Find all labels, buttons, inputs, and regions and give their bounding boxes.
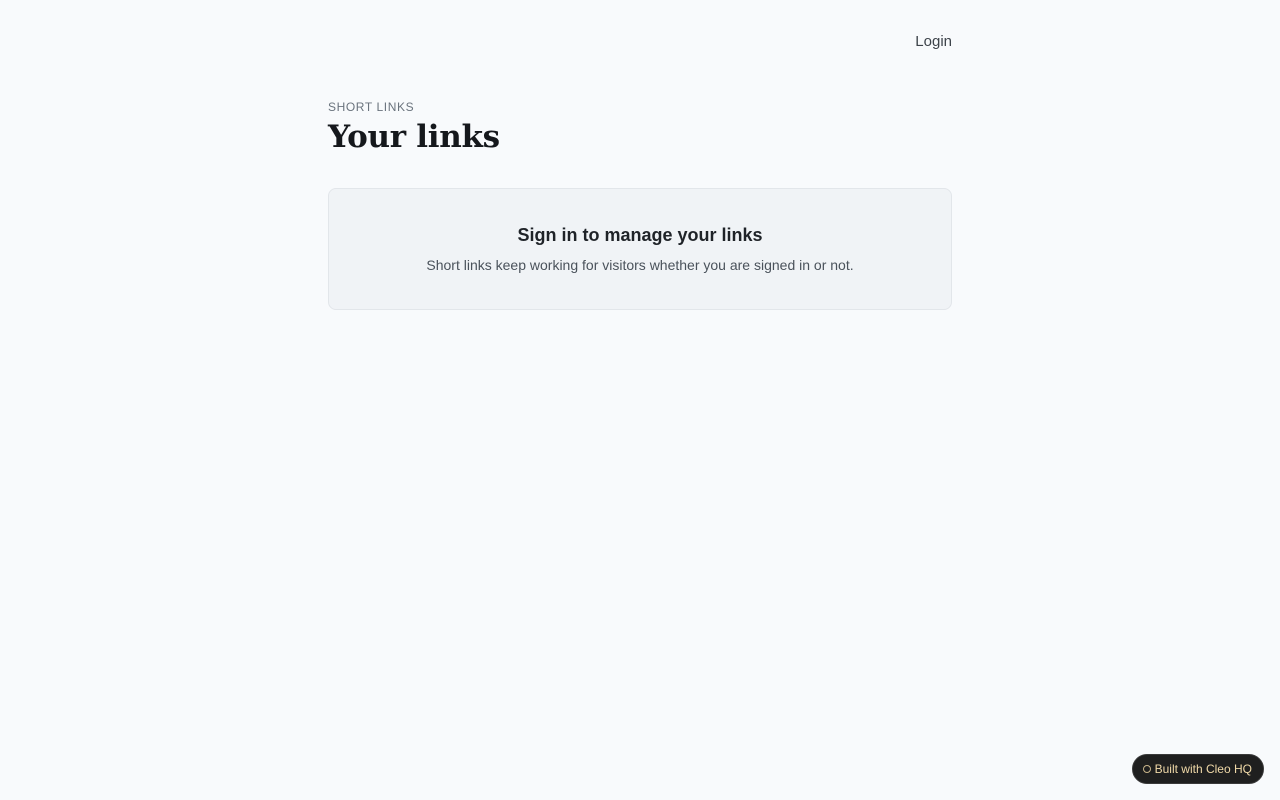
circle-icon: [1142, 765, 1151, 773]
login-link[interactable]: Login: [915, 32, 952, 52]
page-title: Your links: [328, 119, 500, 155]
built-with-badge[interactable]: Built with Cleo HQ: [1131, 754, 1264, 784]
signin-card-text: Short links keep working for visitors wh…: [426, 257, 854, 273]
top-nav: Login: [328, 0, 952, 52]
page: Login SHORT LINKS Your links Sign in to …: [0, 0, 1280, 800]
section-eyebrow: SHORT LINKS: [328, 100, 415, 114]
built-with-label: Built with Cleo HQ: [1154, 762, 1252, 776]
signin-card: Sign in to manage your links Short links…: [328, 188, 952, 310]
signin-card-heading: Sign in to manage your links: [517, 225, 763, 245]
main-container: Login SHORT LINKS Your links Sign in to …: [328, 0, 952, 310]
